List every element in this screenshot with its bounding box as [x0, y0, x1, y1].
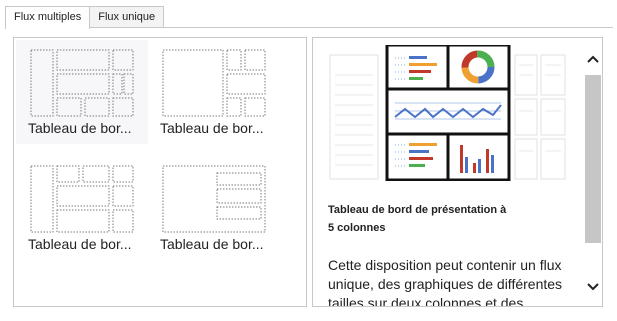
scroll-up-button[interactable]: [583, 50, 602, 70]
layout-label-2: Tableau de bor...: [160, 120, 264, 136]
preview-title: Tableau de bord de présentation à 5 colo…: [328, 204, 507, 234]
chevron-up-icon: [587, 55, 599, 63]
layout-4-thumbnail-icon: [162, 165, 266, 233]
chevron-down-icon: [587, 283, 599, 291]
layout-preview-panel: Tableau de bord de présentation à 5 colo…: [312, 37, 603, 307]
layout-item-2[interactable]: Tableau de bor...: [148, 40, 280, 144]
layout-item-4[interactable]: Tableau de bor...: [148, 156, 280, 260]
layout-gallery: Tableau de bor... Tableau de bor... Tabl…: [13, 37, 307, 307]
dashboard-preview-image: [329, 45, 566, 181]
tab-divider: [5, 27, 613, 28]
layout-label-1: Tableau de bor...: [28, 120, 132, 136]
layout-3-thumbnail-icon: [30, 165, 134, 233]
scroll-thumb[interactable]: [585, 75, 601, 243]
layout-label-3: Tableau de bor...: [28, 236, 132, 252]
tab-strip: Flux multiples Flux unique: [5, 6, 165, 29]
layout-2-thumbnail-icon: [162, 49, 266, 117]
preview-description: Cette disposition peut contenir un flux …: [328, 257, 563, 307]
layout-item-3[interactable]: Tableau de bor...: [16, 156, 148, 260]
preview-scrollbar[interactable]: [583, 38, 602, 306]
tab-flux-unique[interactable]: Flux unique: [89, 6, 165, 28]
tab-flux-multiples[interactable]: Flux multiples: [5, 6, 91, 29]
scroll-down-button[interactable]: [583, 276, 602, 296]
layout-label-4: Tableau de bor...: [160, 236, 264, 252]
layout-item-1[interactable]: Tableau de bor...: [16, 40, 148, 144]
layout-1-thumbnail-icon: [30, 49, 134, 117]
